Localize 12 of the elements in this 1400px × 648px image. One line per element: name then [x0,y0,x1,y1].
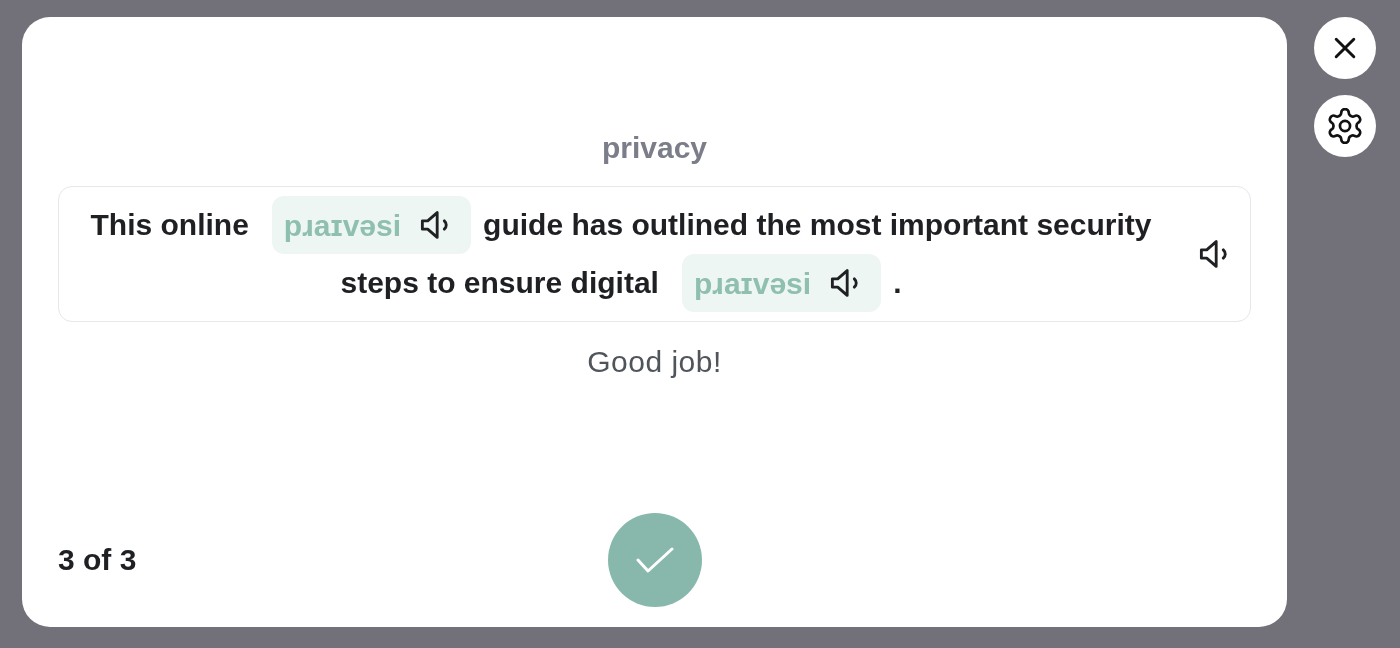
phonetic-answer-chip[interactable]: pɹaɪvəsi [681,254,882,312]
sentence-text: guide has outlined the most important security [483,207,1152,243]
progress-counter: 3 of 3 [58,542,137,578]
sentence-text: . [893,265,902,301]
phonetic-answer-chip[interactable]: pɹaɪvəsi [271,196,472,254]
feedback-text: Good job! [587,344,722,380]
close-icon [1334,37,1356,59]
settings-icon [1327,108,1363,144]
prompt-word: privacy [601,130,708,166]
sentence-text: steps to ensure digital [340,265,659,301]
checkmark-icon [635,546,674,574]
sentence-text: This online [90,207,249,243]
